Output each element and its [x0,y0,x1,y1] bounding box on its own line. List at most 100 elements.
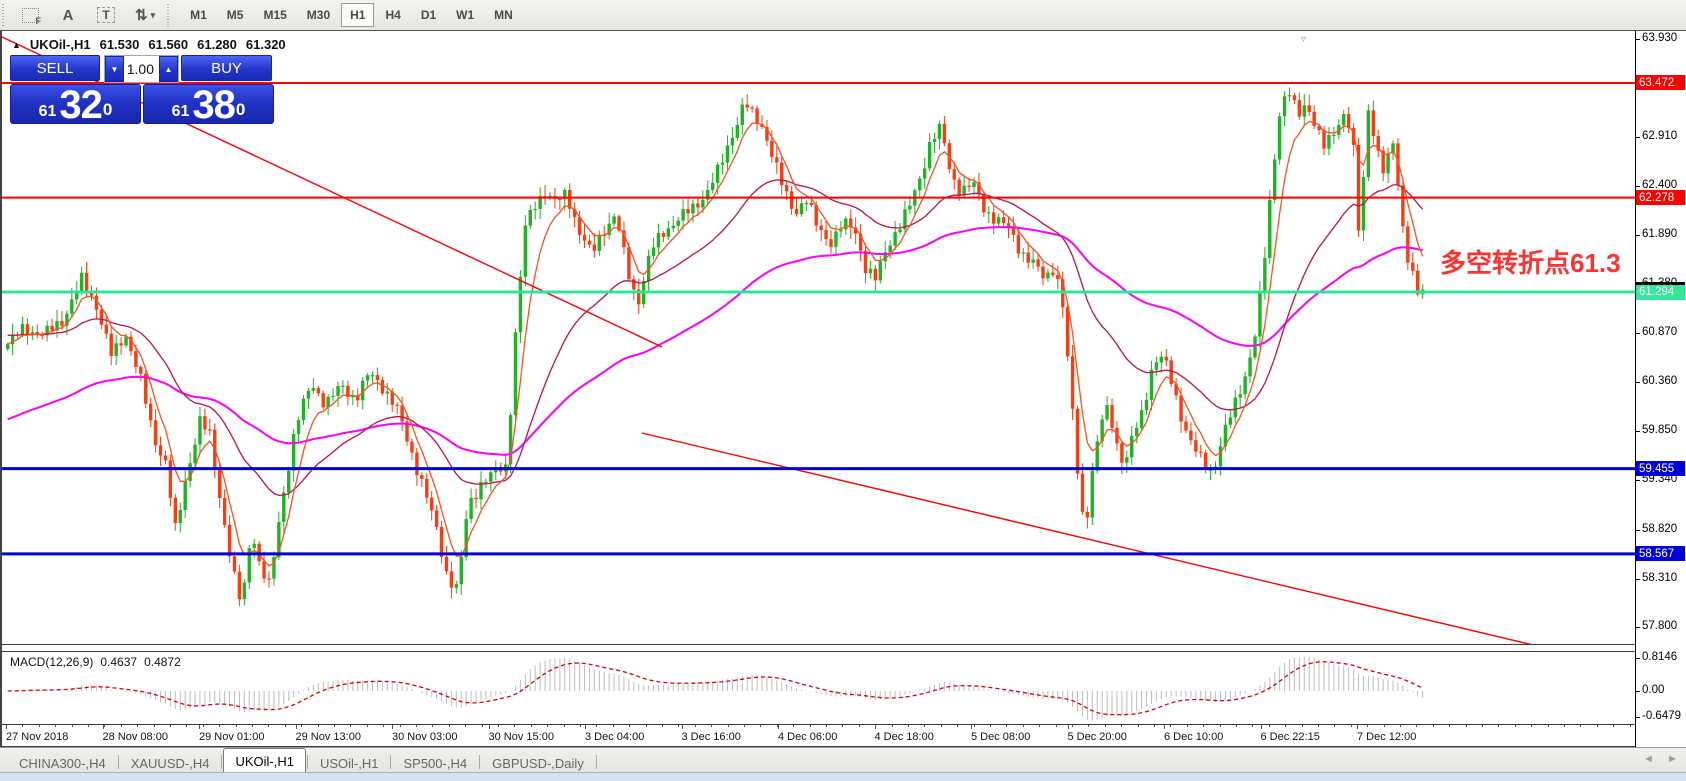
time-major-tick [1067,725,1069,729]
time-minor-tick [498,725,499,727]
timeframe-group: M1 M5 M15 M30 H1 H4 D1 W1 MN [180,0,523,30]
chart-shift-marker-icon[interactable]: ▿ [1301,34,1306,45]
time-axis-label: 5 Dec 08:00 [971,731,1031,743]
price-tick-label: 63.930 [1642,32,1678,44]
time-minor-tick [1104,725,1106,727]
time-minor-tick [514,725,516,727]
time-axis-label: 7 Dec 12:00 [1357,731,1417,743]
time-minor-tick [1547,725,1549,727]
time-minor-tick [88,725,89,727]
sell-button[interactable]: SELL [10,55,100,81]
macd-indicator-chart[interactable] [2,651,1635,725]
chart-macd-separator[interactable] [2,644,1635,645]
time-minor-tick [858,725,860,727]
timeframe-button-m15[interactable]: M15 [254,3,295,27]
volume-increase-button[interactable]: ▲ [159,56,178,82]
time-minor-tick [202,725,204,727]
arrow-objects-icon[interactable]: ⇅ ▾ [129,3,161,27]
chart-tab-gbpusd-daily[interactable]: GBPUSD-,Daily [481,752,595,773]
toolbar-grip[interactable] [2,4,7,26]
time-minor-tick [22,725,24,727]
time-major-tick [971,725,972,729]
price-tick [1635,529,1640,531]
chart-tab-xauusd-h4[interactable]: XAUUSD-,H4 [120,752,221,773]
chart-window: ▲ UKOil-,H1 61.530 61.560 61.280 61.320 … [0,30,1686,748]
time-axis-label: 30 Nov 03:00 [392,731,458,743]
time-major-tick [1164,725,1165,729]
time-minor-tick [1072,725,1073,727]
macd-tick-label: 0.8146 [1642,651,1678,663]
time-minor-tick [465,725,467,727]
collapse-arrow-icon[interactable]: ▲ [12,40,21,50]
buy-price-point: 0 [235,100,246,119]
ohlc-low: 61.280 [197,37,237,52]
price-axis[interactable]: 63.93063.42062.91062.40061.89061.38060.8… [1635,31,1686,747]
timeframe-button-w1[interactable]: W1 [447,3,483,27]
volume-input[interactable]: 1.00 [124,56,159,82]
status-strip [0,772,1686,781]
price-tick-label: 58.310 [1642,571,1678,584]
price-tick [1635,332,1640,334]
volume-decrease-button[interactable]: ▼ [105,56,124,82]
macd-top-border [2,651,1635,652]
time-minor-tick [235,725,237,727]
time-axis-label: 4 Dec 06:00 [778,731,838,743]
price-tick [1635,136,1640,138]
text-label-icon[interactable]: T [91,3,121,27]
tabs-scroll-left-icon[interactable]: ◄ [1643,753,1654,765]
buy-price-box[interactable]: 61 38 0 [143,84,274,125]
arrows-icon: ⇅ [135,7,148,24]
time-major-tick [585,725,586,729]
timeframe-button-m5[interactable]: M5 [218,3,253,27]
time-minor-tick [399,725,401,727]
symbol-period-label: UKOil-,H1 [29,37,91,52]
time-minor-tick [678,725,680,727]
tabs-scroll-right-icon[interactable]: ► [1667,753,1678,765]
chart-tab-china300-h4[interactable]: CHINA300-,H4 [8,752,117,773]
sell-price-box[interactable]: 61 32 0 [10,84,141,125]
time-minor-tick [1285,725,1287,727]
timeframe-button-m30[interactable]: M30 [298,3,339,27]
ohlc-high: 61.560 [148,37,189,52]
time-minor-tick [1465,725,1467,727]
toolbar-grip[interactable] [167,4,173,26]
sell-price-point: 0 [102,100,113,119]
time-minor-tick [645,725,647,727]
timeframe-button-d1[interactable]: D1 [412,3,445,27]
time-axis-label: 29 Nov 01:00 [199,731,265,743]
tab-separator [221,755,223,769]
time-minor-tick [793,725,795,727]
chart-tab-ukoil-h1[interactable]: UKOil-,H1 [223,748,306,773]
time-minor-tick [1514,725,1516,727]
time-minor-tick [120,725,122,727]
timeframe-button-mn[interactable]: MN [485,3,522,27]
chinese-annotation: 多空转折点61.3 [1440,248,1621,278]
chart-tab-usoil-h1[interactable]: USOil-,H1 [309,752,390,773]
tab-separator [117,755,119,769]
time-minor-tick [1022,725,1024,727]
time-minor-tick [383,725,385,727]
time-axis-label: 3 Dec 16:00 [681,731,741,743]
time-minor-tick [317,725,319,727]
time-minor-tick [1236,725,1237,727]
chart-tab-sp500-h4[interactable]: SP500-,H4 [392,752,478,773]
price-tick [1635,39,1640,40]
timeframe-button-h4[interactable]: H4 [376,3,409,27]
timeframe-button-h1[interactable]: H1 [341,3,375,27]
buy-button[interactable]: BUY [181,55,272,81]
time-minor-tick [842,725,844,727]
time-minor-tick [432,725,434,727]
time-minor-tick [1203,725,1205,727]
time-minor-tick [629,725,631,727]
time-minor-tick [1400,725,1401,727]
timeframe-button-m1[interactable]: M1 [181,3,216,27]
time-minor-tick [1121,725,1123,727]
time-minor-tick [908,725,909,727]
time-minor-tick [350,725,352,727]
time-minor-tick [563,725,565,727]
insert-text-icon[interactable]: A [53,3,83,27]
chart-tab-bar: CHINA300-,H4 XAUUSD-,H4 UKOil-,H1 USOil-,H1… [0,747,1686,773]
time-axis[interactable]: 27 Nov 2018 28 Nov 08:00 29 Nov 01:00 29 No… [2,725,1635,747]
time-minor-tick [1219,725,1221,727]
charts-grid-icon[interactable]: F [15,3,45,27]
